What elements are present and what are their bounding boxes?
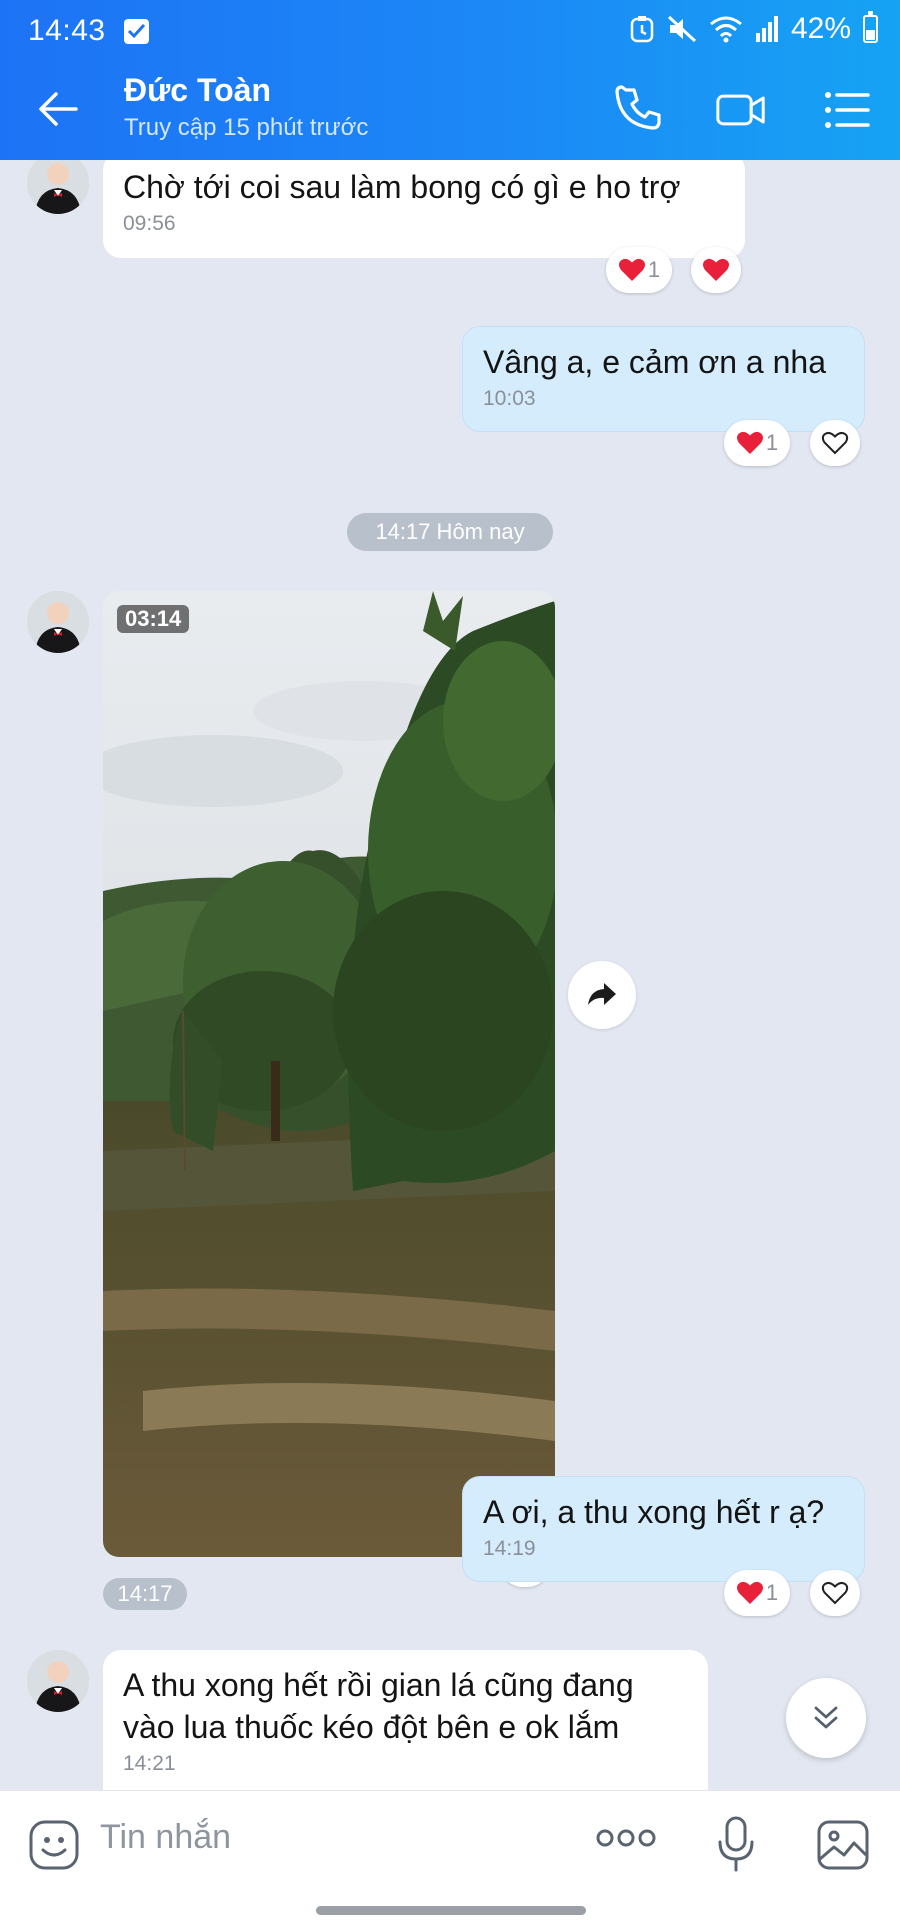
heart-icon bbox=[703, 258, 729, 281]
date-separator: 14:17 Hôm nay bbox=[347, 513, 553, 551]
message-time: 10:03 bbox=[483, 387, 536, 410]
more-dots-icon[interactable] bbox=[596, 1827, 656, 1849]
message-text: Vâng a, e cảm ơn a nha bbox=[483, 344, 826, 380]
chevron-double-down-icon bbox=[814, 1706, 838, 1729]
message-text-line: vào lua thuốc kéo đột bên e ok lắm bbox=[123, 1709, 620, 1745]
scroll-to-bottom-button[interactable] bbox=[786, 1678, 866, 1758]
back-arrow-icon[interactable] bbox=[34, 85, 82, 133]
video-message-thumbnail[interactable]: 03:14 bbox=[103, 591, 555, 1557]
mute-icon bbox=[667, 15, 696, 43]
battery-percent: 42% bbox=[790, 12, 851, 45]
reaction-badge[interactable]: 1 bbox=[606, 247, 672, 293]
microphone-icon[interactable] bbox=[716, 1815, 756, 1873]
message-bubble-incoming[interactable]: A thu xong hết rồi gian lá cũng đang vào… bbox=[103, 1650, 708, 1790]
message-bubble-incoming[interactable]: Chờ tới coi sau làm bong có gì e ho trợ … bbox=[103, 160, 745, 258]
date-separator-label: 14:17 Hôm nay bbox=[375, 519, 525, 544]
message-text: A ơi, a thu xong hết r ạ? bbox=[483, 1494, 825, 1530]
signal-icon bbox=[755, 16, 778, 42]
heart-icon bbox=[736, 1581, 763, 1604]
avatar[interactable] bbox=[27, 160, 89, 214]
message-time: 14:17 bbox=[117, 1581, 173, 1606]
message-time: 09:56 bbox=[123, 212, 176, 235]
menu-list-icon[interactable] bbox=[822, 85, 872, 135]
battery-icon bbox=[863, 11, 878, 43]
notification-check-icon bbox=[124, 19, 149, 44]
heart-outline-icon bbox=[821, 431, 849, 455]
avatar[interactable] bbox=[27, 591, 89, 653]
message-time: 14:21 bbox=[123, 1752, 176, 1775]
app-top-bar: 14:43 42% Đức Toàn Truy cập 15 phút trướ… bbox=[0, 0, 900, 160]
react-heart-button[interactable] bbox=[691, 247, 741, 293]
avatar[interactable] bbox=[27, 1650, 89, 1712]
contact-name[interactable]: Đức Toàn bbox=[124, 72, 271, 109]
video-frame-image bbox=[103, 591, 555, 1557]
status-time: 14:43 bbox=[28, 14, 106, 47]
message-bubble-outgoing[interactable]: Vâng a, e cảm ơn a nha 10:03 bbox=[462, 326, 865, 432]
battery-level bbox=[866, 29, 875, 40]
reaction-badge[interactable]: 1 bbox=[724, 1570, 790, 1616]
message-text: Chờ tới coi sau làm bong có gì e ho trợ bbox=[123, 169, 681, 205]
message-list[interactable]: Chờ tới coi sau làm bong có gì e ho trợ … bbox=[0, 160, 900, 1790]
chat-header: Đức Toàn Truy cập 15 phút trước bbox=[0, 58, 900, 160]
wifi-icon bbox=[710, 16, 742, 43]
home-indicator[interactable] bbox=[316, 1906, 586, 1915]
heart-outline-icon bbox=[821, 1581, 849, 1605]
forward-button[interactable] bbox=[568, 961, 636, 1029]
contact-presence: Truy cập 15 phút trước bbox=[124, 114, 369, 141]
reaction-badge[interactable]: 1 bbox=[724, 420, 790, 466]
react-heart-button[interactable] bbox=[810, 1570, 860, 1616]
status-icons: 42% bbox=[629, 11, 878, 46]
video-time-badge: 14:17 bbox=[103, 1578, 187, 1610]
forward-icon bbox=[588, 983, 616, 1005]
heart-icon bbox=[618, 258, 645, 281]
video-duration: 03:14 bbox=[117, 605, 190, 633]
reaction-count: 1 bbox=[647, 257, 661, 282]
alarm-icon bbox=[630, 16, 654, 43]
message-input[interactable]: Tin nhắn bbox=[100, 1809, 560, 1865]
reaction-count: 1 bbox=[765, 1580, 779, 1605]
message-bubble-outgoing[interactable]: A ơi, a thu xong hết r ạ? 14:19 bbox=[462, 1476, 865, 1582]
phone-icon[interactable] bbox=[614, 85, 664, 135]
status-bar: 14:43 42% bbox=[0, 0, 900, 58]
react-heart-button[interactable] bbox=[810, 420, 860, 466]
message-time: 14:19 bbox=[483, 1537, 536, 1560]
heart-icon bbox=[736, 431, 763, 454]
message-text-line: A thu xong hết rồi gian lá cũng đang bbox=[123, 1667, 634, 1703]
sticker-icon[interactable] bbox=[28, 1819, 80, 1871]
video-call-icon[interactable] bbox=[716, 85, 766, 135]
reaction-count: 1 bbox=[765, 430, 779, 455]
image-icon[interactable] bbox=[816, 1819, 870, 1871]
